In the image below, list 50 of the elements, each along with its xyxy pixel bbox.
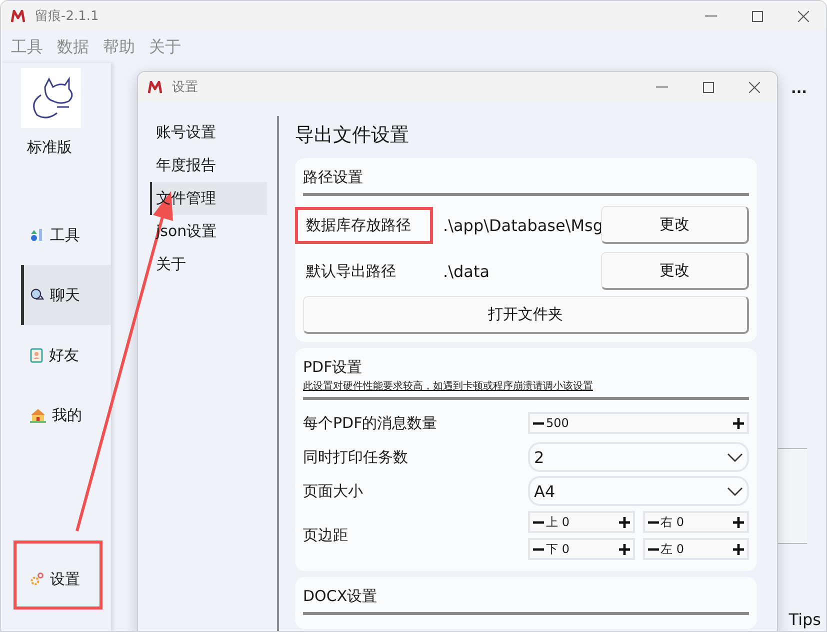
setting-label: 页边距 <box>303 526 349 545</box>
card-title: 路径设置 <box>303 167 364 188</box>
path-label: 数据库存放路径 <box>295 206 433 244</box>
plus-icon[interactable] <box>733 544 744 554</box>
settings-nav-item[interactable]: 年度报告 <box>150 149 267 182</box>
logo-icon <box>11 10 25 22</box>
house-icon <box>30 408 46 422</box>
number-spinbox[interactable]: 左 0 <box>642 538 749 560</box>
contact-book-icon <box>30 348 43 362</box>
gears-icon <box>30 572 44 586</box>
change-button[interactable]: 更改 <box>601 252 749 290</box>
card-title: PDF设置 <box>303 357 364 378</box>
card-title: DOCX设置 <box>303 586 378 607</box>
dialog-title: 设置 <box>172 79 198 96</box>
number-spinbox[interactable]: 右 0 <box>642 511 749 533</box>
path-value: .\data <box>442 262 491 280</box>
dropdown[interactable]: 2 <box>528 442 749 472</box>
setting-label: 每个PDF的消息数量 <box>303 414 438 432</box>
sidebar-item[interactable]: 工具 <box>21 205 111 265</box>
setting-label: 同时打印任务数 <box>303 448 409 466</box>
sidebar-item[interactable]: 好友 <box>21 325 111 385</box>
path-label: 默认导出路径 <box>305 260 397 282</box>
warning-note: 此设置对硬件性能要求较高，如遇到卡顿或程序崩溃请调小该设置 <box>303 380 594 393</box>
settings-nav-item[interactable]: 关于 <box>150 248 267 281</box>
plus-icon[interactable] <box>618 516 630 528</box>
tips-tab[interactable]: Tips <box>788 610 821 631</box>
chat-bubble-icon <box>30 288 44 302</box>
bars-icon <box>30 228 44 242</box>
sidebar-item[interactable]: 设置 <box>21 549 111 609</box>
number-spinbox[interactable]: 下 0 <box>528 538 634 560</box>
plus-icon[interactable] <box>733 418 744 428</box>
edition-label: 标准版 <box>27 138 73 157</box>
logo-icon <box>148 80 162 94</box>
chevron-down-icon[interactable] <box>727 486 743 496</box>
chevron-down-icon[interactable] <box>727 452 743 462</box>
number-spinbox[interactable]: 上 0 <box>528 511 634 533</box>
sidebar-item[interactable]: 我的 <box>21 385 111 445</box>
window-title: 留痕-2.1.1 <box>35 8 99 25</box>
setting-label: 页面大小 <box>303 482 364 500</box>
plus-icon[interactable] <box>618 544 630 554</box>
number-spinbox[interactable]: 500 <box>528 412 749 434</box>
settings-nav-item[interactable]: 账号设置 <box>150 116 267 149</box>
more-icon[interactable]: ... <box>791 81 807 97</box>
plus-icon[interactable] <box>733 516 744 528</box>
path-value: .\app\Database\Msg <box>442 216 601 234</box>
change-button[interactable]: 更改 <box>601 206 749 244</box>
sidebar-item[interactable]: 聊天 <box>21 265 111 325</box>
section-heading: 导出文件设置 <box>295 123 410 148</box>
open-folder-button[interactable]: 打开文件夹 <box>303 296 749 334</box>
dropdown[interactable]: A4 <box>528 476 749 506</box>
